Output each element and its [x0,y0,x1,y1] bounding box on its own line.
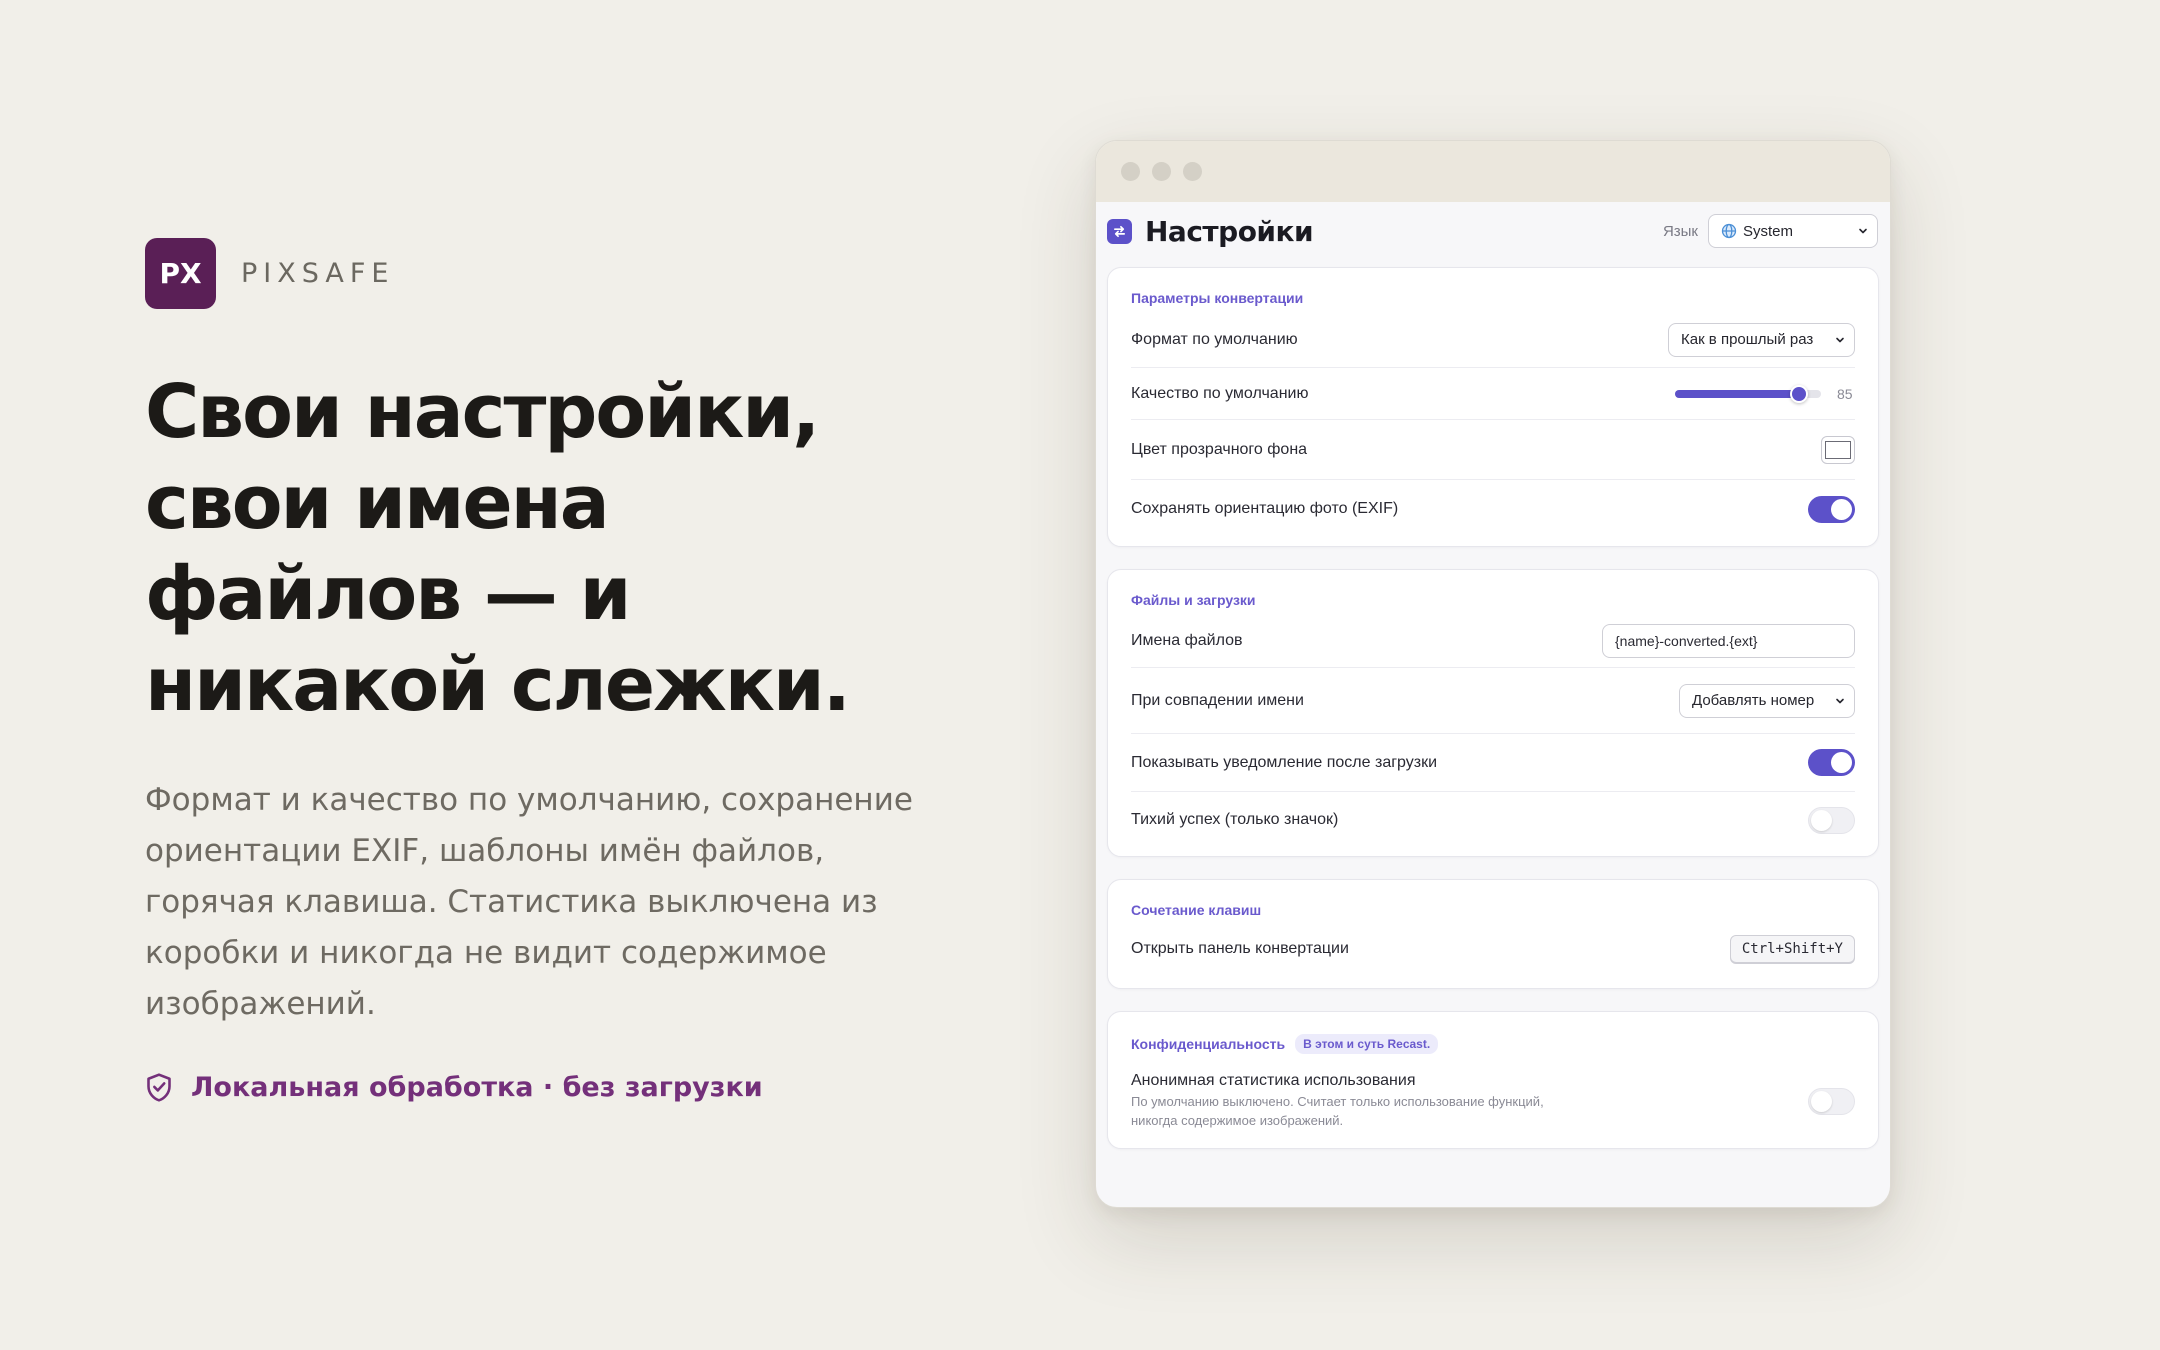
silent-success-toggle[interactable] [1808,806,1855,834]
anonymous-stats-description: По умолчанию выключено. Считает только и… [1131,1094,1544,1128]
quality-slider-group: 85 [1675,384,1855,403]
privacy-badge: В этом и суть Recast. [1295,1034,1439,1054]
keep-orientation-toggle[interactable] [1808,495,1855,523]
background-color-label: Цвет прозрачного фона [1131,440,1308,458]
silent-success-row: Тихий успех (только значок) [1131,792,1855,848]
swap-icon [1107,218,1132,244]
anonymous-stats-text: Анонимная статистика использования По ум… [1131,1072,1561,1130]
anonymous-stats-toggle[interactable] [1808,1087,1855,1115]
quality-slider-fill [1675,389,1800,398]
anonymous-stats-label: Анонимная статистика использования [1131,1072,1416,1089]
background-color-picker[interactable] [1821,435,1855,464]
privacy-card: Конфиденциальность В этом и суть Recast.… [1107,1011,1879,1149]
default-format-select[interactable]: Как в прошлый раз [1668,322,1855,357]
window-zoom-dot[interactable] [1183,162,1202,181]
headline-line: никакой слежки. [145,642,851,728]
quality-slider[interactable] [1675,384,1821,403]
hero-section: PX PIXSAFE Свои настройки, свои имена фа… [145,238,945,1103]
quality-value: 85 [1837,385,1853,402]
shield-check-icon [147,1073,171,1102]
window-titlebar[interactable] [1096,141,1890,202]
language-value: System [1743,222,1794,240]
settings-window: Настройки Язык System Параметры конверта… [1095,140,1891,1208]
notify-row: Показывать уведомление после загрузки [1131,734,1855,792]
background-color-row: Цвет прозрачного фона [1131,420,1855,480]
window-close-dot[interactable] [1121,162,1140,181]
file-name-template-input[interactable]: {name}-converted.{ext} [1602,623,1855,658]
on-conflict-value: Добавлять номер [1692,692,1815,709]
settings-content: Параметры конвертации Формат по умолчани… [1096,260,1890,1149]
local-processing-text: Локальная обработка · без загрузки [191,1072,763,1103]
local-processing-badge: Локальная обработка · без загрузки [145,1072,945,1103]
quality-slider-handle[interactable] [1790,384,1809,403]
shortcut-keys[interactable]: Ctrl+Shift+Y [1729,935,1855,963]
default-quality-label: Качество по умолчанию [1131,384,1309,402]
anonymous-stats-row: Анонимная статистика использования По ум… [1131,1060,1855,1140]
language-select[interactable]: System [1708,214,1878,248]
file-names-label: Имена файлов [1131,631,1243,649]
chevron-down-icon [1836,337,1844,342]
settings-header: Настройки Язык System [1096,202,1890,260]
section-title: Файлы и загрузки [1131,592,1256,608]
on-conflict-row: При совпадении имени Добавлять номер [1131,668,1855,734]
silent-success-label: Тихий успех (только значок) [1131,811,1339,828]
notify-label: Показывать уведомление после загрузки [1131,753,1438,771]
section-title: Сочетание клавиш [1131,902,1262,918]
brand-logo: PX [145,238,216,309]
headline: Свои настройки, свои имена файлов — и ни… [145,367,905,731]
chevron-down-icon [1859,228,1867,234]
default-format-label: Формат по умолчанию [1131,330,1298,348]
chevron-down-icon [1836,698,1844,703]
shortcuts-card: Сочетание клавиш Открыть панель конверта… [1107,879,1879,989]
window-minimize-dot[interactable] [1152,162,1171,181]
conversion-settings-card: Параметры конвертации Формат по умолчани… [1107,267,1879,547]
privacy-title-row: Конфиденциальность В этом и суть Recast. [1131,1034,1855,1054]
open-panel-row: Открыть панель конвертации Ctrl+Shift+Y [1131,924,1855,974]
section-title: Параметры конвертации [1131,290,1304,306]
hero-description: Формат и качество по умолчанию, сохранен… [145,782,913,1022]
page-title: Настройки [1145,214,1314,248]
default-format-row: Формат по умолчанию Как в прошлый раз [1131,312,1855,368]
open-panel-label: Открыть панель конвертации [1131,940,1349,957]
on-conflict-label: При совпадении имени [1131,691,1304,709]
color-swatch [1825,440,1851,459]
default-quality-row: Качество по умолчанию 85 [1131,368,1855,420]
notify-toggle[interactable] [1808,749,1855,776]
language-label: Язык [1662,222,1698,240]
headline-line: Свои настройки, [145,369,820,455]
on-conflict-select[interactable]: Добавлять номер [1679,683,1855,718]
keep-orientation-row: Сохранять ориентацию фото (EXIF) [1131,480,1855,538]
keep-orientation-label: Сохранять ориентацию фото (EXIF) [1131,500,1399,517]
files-settings-card: Файлы и загрузки Имена файлов {name}-con… [1107,569,1879,857]
section-title: Конфиденциальность [1131,1036,1286,1052]
brand-name: PIXSAFE [241,258,395,289]
globe-icon [1721,223,1737,239]
headline-line: свои имена [145,460,610,546]
headline-line: файлов — и [145,551,631,637]
file-names-row: Имена файлов {name}-converted.{ext} [1131,614,1855,668]
brand: PX PIXSAFE [145,238,945,309]
default-format-value: Как в прошлый раз [1681,331,1814,348]
